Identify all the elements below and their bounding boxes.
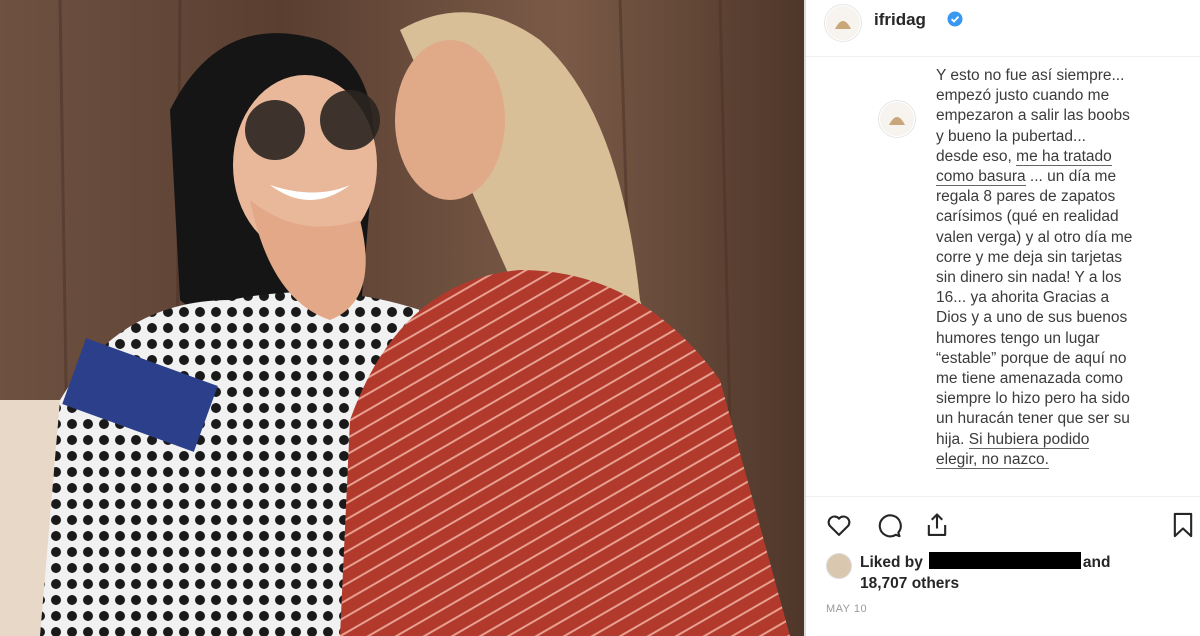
caption-line: 16... ya ahorita Gracias a — [936, 289, 1110, 307]
caption-line: un huracán tener que ser su — [936, 410, 1130, 428]
caption-line: humores tengo un lugar — [936, 329, 1100, 347]
caption-line: como basura ... un día me — [936, 168, 1117, 187]
caption-line: carísimos (qué en realidad — [936, 208, 1119, 226]
caption-line: corre y me deja sin tarjetas — [936, 248, 1123, 266]
bookmark-icon[interactable] — [1166, 508, 1200, 542]
caption-line: Y esto no fue así siempre... — [936, 67, 1125, 84]
post-photo — [0, 0, 804, 636]
caption-line: siempre lo hizo pero ha sido — [936, 390, 1130, 408]
verified-badge-icon — [947, 11, 963, 27]
share-icon[interactable] — [920, 508, 954, 542]
post-header: ifridag — [806, 0, 1200, 57]
liked-by-label: Liked by — [860, 554, 923, 571]
likes-others[interactable]: 18,707 others — [860, 575, 959, 592]
post-actions — [806, 508, 1200, 544]
photo-illustration — [0, 0, 804, 636]
caption-line: empezó justo cuando me — [936, 87, 1110, 105]
liked-by-and: and — [1082, 554, 1111, 571]
caption-line: sin dinero sin nada! Y a los — [936, 269, 1122, 287]
profile-avatar[interactable] — [824, 4, 862, 42]
caption-line: y bueno la pubertad... — [936, 127, 1086, 145]
heart-icon[interactable] — [822, 508, 856, 542]
caption-line: valen verga) y al otro día me — [936, 228, 1133, 246]
likes-summary[interactable]: Liked by and 18,707 others — [860, 552, 1110, 594]
caption-line: me tiene amenazada como — [936, 370, 1123, 388]
caption-line: empezaron a salir las boobs — [936, 107, 1130, 125]
redacted-username — [928, 552, 1081, 569]
caption-line: desde eso, me ha tratado — [936, 147, 1112, 166]
caption-line: hija. Si hubiera podido — [936, 430, 1090, 449]
caption-line: elegir, no nazco. — [936, 450, 1049, 469]
post-details-panel: ifridag Y esto no fue así siempre... emp… — [806, 0, 1200, 636]
comment-icon[interactable] — [872, 508, 906, 542]
actions-separator — [806, 496, 1200, 497]
caption-line: Dios y a uno de sus buenos — [936, 309, 1128, 327]
post-caption: Y esto no fue así siempre... empezó just… — [936, 66, 1156, 470]
caption-line: regala 8 pares de zapatos — [936, 188, 1116, 206]
username-link[interactable]: ifridag — [874, 10, 926, 30]
caption-line: “estable” porque de aquí no — [936, 349, 1127, 367]
caption-avatar[interactable] — [878, 100, 916, 138]
liker-avatar[interactable] — [826, 553, 852, 579]
post-date[interactable]: MAY 10 — [826, 603, 867, 615]
